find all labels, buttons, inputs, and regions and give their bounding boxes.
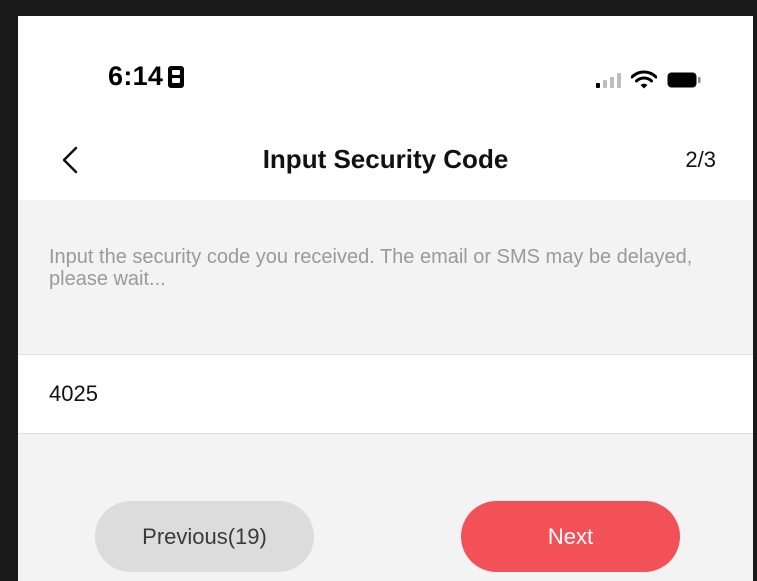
previous-button[interactable]: Previous(19) (95, 501, 314, 572)
content-area: Input the security code you received. Th… (18, 200, 753, 581)
phone-screen: 6:14 Input Security Code 2/3 Input the s… (18, 16, 753, 581)
step-indicator: 2/3 (685, 147, 716, 172)
status-time-group: 6:14 (108, 61, 185, 92)
page-title: Input Security Code (262, 144, 509, 174)
battery-icon (667, 72, 701, 88)
wifi-icon (630, 70, 658, 90)
status-icons (596, 70, 701, 90)
id-card-icon (168, 65, 185, 88)
status-time: 6:14 (108, 61, 164, 91)
nav-bar: Input Security Code 2/3 (18, 134, 753, 200)
signal-icon (596, 72, 621, 88)
next-button[interactable]: Next (461, 501, 680, 572)
status-bar: 6:14 (18, 16, 753, 134)
instruction-text: Input the security code you received. Th… (49, 246, 693, 290)
security-code-field (18, 354, 753, 434)
security-code-input[interactable] (49, 355, 729, 433)
